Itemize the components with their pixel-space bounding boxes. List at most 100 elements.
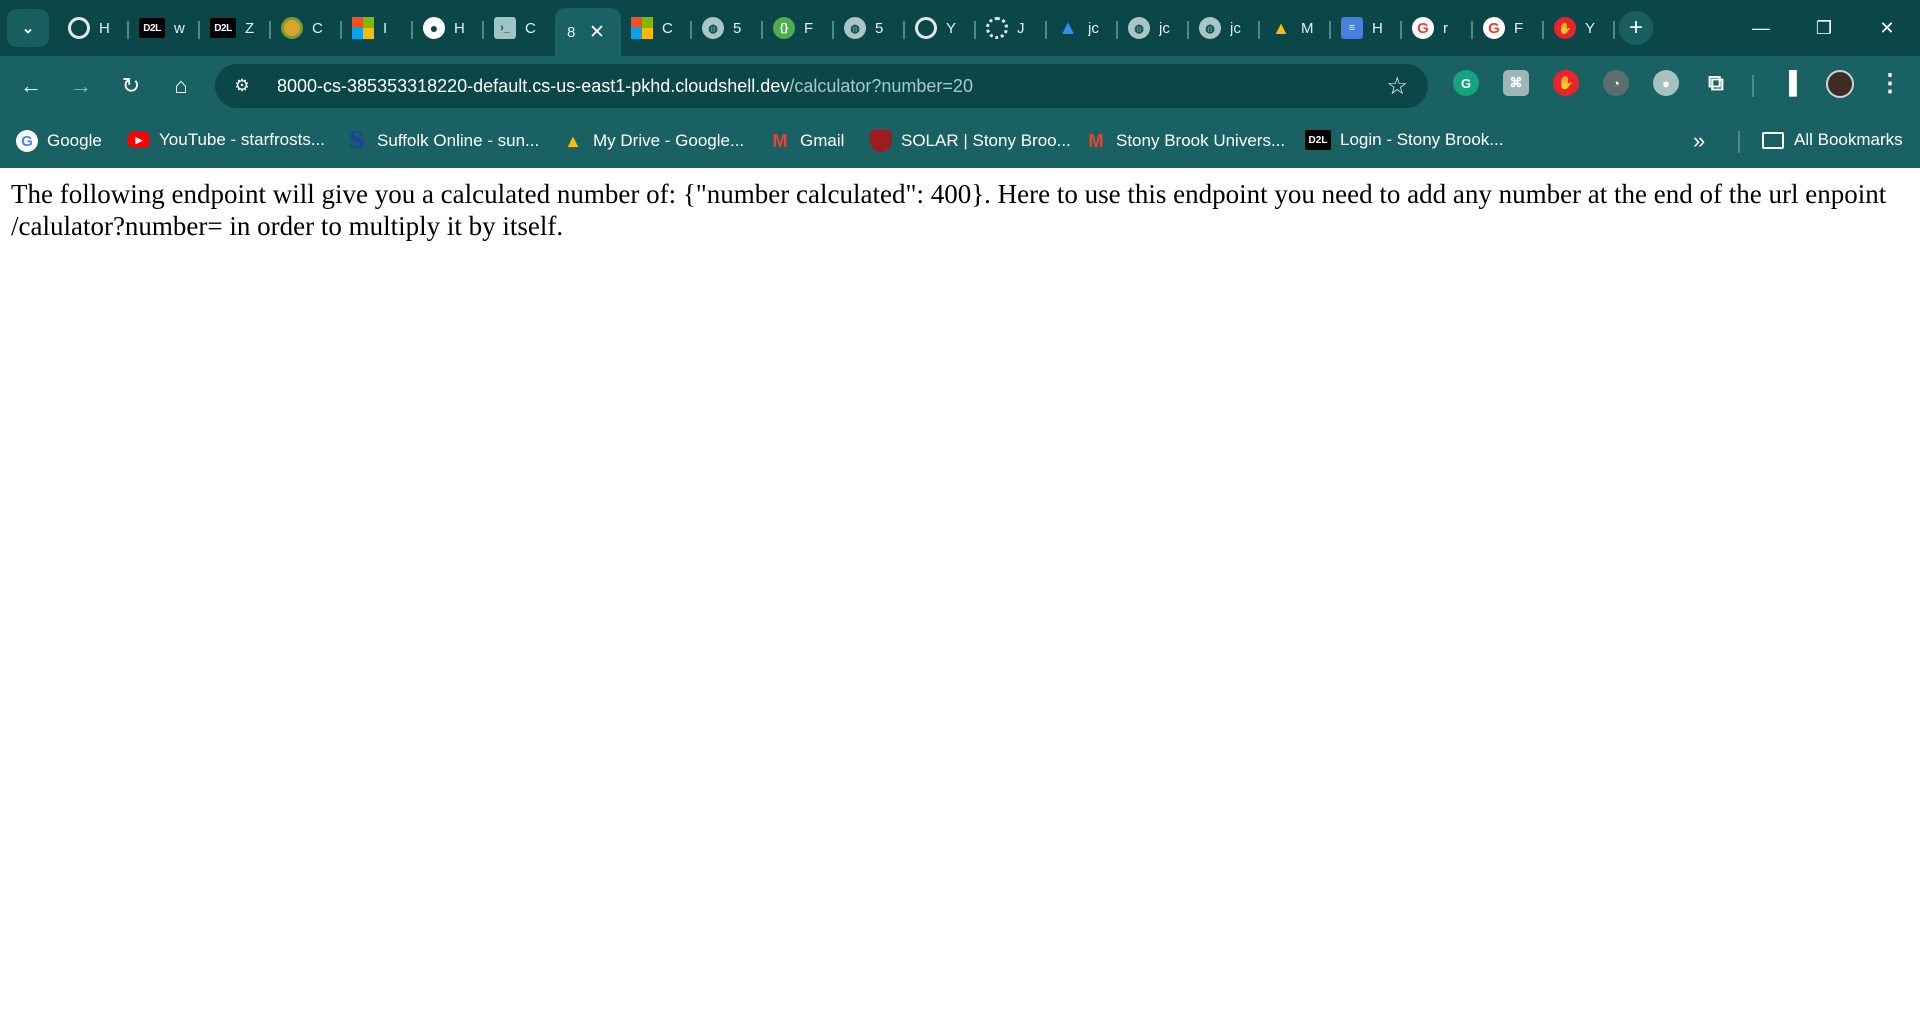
tab-label: C xyxy=(662,19,673,37)
tab[interactable]: J xyxy=(976,8,1047,48)
globe-icon: ◍ xyxy=(844,17,866,39)
page-content: The following endpoint will give you a c… xyxy=(0,168,1920,1020)
bookmark-item[interactable]: M Gmail xyxy=(769,130,845,152)
tab[interactable]: H xyxy=(58,8,129,48)
close-icon: ✕ xyxy=(1879,17,1895,38)
tab-label: H xyxy=(454,19,465,37)
tab-label: F xyxy=(804,19,814,37)
gmail-icon: M xyxy=(772,130,788,151)
bookmarks-divider xyxy=(1738,131,1740,153)
target-icon xyxy=(281,17,303,39)
tab-label: 5 xyxy=(875,19,884,37)
tab[interactable]: D2L w xyxy=(129,8,200,48)
home-icon: ⌂ xyxy=(174,73,188,98)
bookmark-item[interactable]: ▶ YouTube - starfrosts... xyxy=(128,130,325,150)
reload-icon: ↻ xyxy=(121,73,141,98)
google-icon: G xyxy=(1483,17,1505,39)
folder-icon xyxy=(1762,131,1784,149)
tab[interactable]: D2L Z xyxy=(200,8,271,48)
all-bookmarks-button[interactable]: All Bookmarks xyxy=(1762,130,1903,150)
tab[interactable]: ◍ jc xyxy=(1118,8,1189,48)
url-text[interactable]: 8000-cs-385353318220-default.cs-us-east1… xyxy=(277,76,973,97)
side-panel-icon[interactable]: ▐ xyxy=(1776,70,1802,96)
gmail-icon: M xyxy=(1088,130,1104,151)
tab[interactable]: ◍ jc xyxy=(1189,8,1260,48)
back-button[interactable]: ← xyxy=(8,66,54,106)
new-tab-button[interactable]: + xyxy=(1619,11,1653,45)
bookmark-item[interactable]: SOLAR | Stony Broo... xyxy=(870,130,1071,152)
bookmark-label: YouTube - starfrosts... xyxy=(159,130,325,149)
bookmark-star-icon[interactable]: ☆ xyxy=(1386,72,1408,101)
red-hand-icon[interactable]: ✋ xyxy=(1553,70,1579,96)
tab[interactable]: ▲ jc xyxy=(1047,8,1118,48)
site-info-icon[interactable]: ⚙ xyxy=(227,76,257,96)
kebab-menu-icon[interactable]: ⋮ xyxy=(1877,70,1903,97)
tab[interactable]: ✋ Y xyxy=(1544,8,1615,48)
youtube-icon: ▶ xyxy=(128,132,150,148)
arrow-left-icon: ← xyxy=(20,73,42,98)
bookmark-item[interactable]: M Stony Brook Univers... xyxy=(1085,130,1286,152)
minimize-button[interactable]: — xyxy=(1730,0,1792,56)
tab[interactable]: Y xyxy=(905,8,976,48)
tab[interactable]: ▲ M xyxy=(1260,8,1331,48)
tab-list: H D2L w D2L Z C I ● H ›_ C 8 ✕ C ◍ 5 {} F ◍ 5 Y … xyxy=(58,0,1653,56)
tab[interactable]: ● H xyxy=(413,8,484,48)
home-button[interactable]: ⌂ xyxy=(158,66,204,106)
tab-label: Z xyxy=(245,19,255,37)
profile-avatar[interactable] xyxy=(1826,70,1854,98)
google-drive-icon: ▲ xyxy=(564,130,582,151)
red-hand-icon: ✋ xyxy=(1554,17,1576,39)
url-path: /calculator?number=20 xyxy=(789,75,973,96)
tab[interactable]: C xyxy=(271,8,342,48)
chevron-double-right-icon[interactable]: » xyxy=(1693,128,1705,154)
tab[interactable]: ◍ 5 xyxy=(834,8,905,48)
tab[interactable]: GF xyxy=(1473,8,1544,48)
d2l-icon: D2L xyxy=(210,18,236,38)
tab-active[interactable]: 8 ✕ xyxy=(555,8,621,56)
tab[interactable]: ◍ 5 xyxy=(692,8,763,48)
bookmarks-bar: G Google ▶ YouTube - starfrosts... S Suffol… xyxy=(0,116,1920,168)
tab-label: r xyxy=(1443,19,1448,37)
location-pin-icon[interactable]: ● xyxy=(1653,70,1679,96)
tab[interactable]: I xyxy=(342,8,413,48)
tab-label: H xyxy=(1372,19,1383,37)
tab-search-button[interactable]: ⌄ xyxy=(7,9,49,47)
github-copilot-icon xyxy=(915,17,937,39)
globe-icon: ◍ xyxy=(1128,17,1150,39)
bookmark-label: Login - Stony Brook... xyxy=(1340,130,1504,149)
restore-icon: ❐ xyxy=(1815,17,1833,38)
tab[interactable]: ≡ H xyxy=(1331,8,1402,48)
toolbar-divider xyxy=(1752,75,1754,97)
loading-ring-icon xyxy=(986,17,1008,39)
arrow-right-icon: → xyxy=(70,73,92,98)
tab[interactable]: Gr xyxy=(1402,8,1473,48)
bookmark-item[interactable]: G Google xyxy=(16,130,102,152)
bookmark-label: SOLAR | Stony Broo... xyxy=(901,131,1071,150)
tab-label: w xyxy=(174,19,185,37)
green-bracket-icon: {} xyxy=(773,17,795,39)
tab-label: C xyxy=(525,19,536,37)
extensions-icon[interactable]: ⧉ xyxy=(1703,70,1729,96)
bookmark-item[interactable]: D2L Login - Stony Brook... xyxy=(1305,130,1503,150)
tab[interactable]: ›_ C xyxy=(484,8,555,48)
tab[interactable]: C xyxy=(621,8,692,48)
bookmark-item[interactable]: ▲ My Drive - Google... xyxy=(562,130,744,152)
bookmark-item[interactable]: S Suffolk Online - sun... xyxy=(346,128,539,154)
pie-icon[interactable]: ◔ xyxy=(1603,70,1629,96)
close-icon[interactable]: ✕ xyxy=(589,21,605,44)
bookmark-label: Gmail xyxy=(800,131,845,150)
reload-button[interactable]: ↻ xyxy=(108,66,154,106)
plus-icon: + xyxy=(1628,14,1643,41)
forward-button[interactable]: → xyxy=(58,66,104,106)
tab-label: Y xyxy=(1585,19,1596,37)
tab[interactable]: {} F xyxy=(763,8,834,48)
restore-button[interactable]: ❐ xyxy=(1793,0,1855,56)
address-bar[interactable]: ⚙ 8000-cs-385353318220-default.cs-us-eas… xyxy=(215,64,1428,108)
google-docs-icon: ≡ xyxy=(1341,17,1363,39)
close-window-button[interactable]: ✕ xyxy=(1856,0,1918,56)
globe-icon: ◍ xyxy=(702,17,724,39)
extension-puzzle-icon[interactable]: ⌘ xyxy=(1503,70,1529,96)
tab-strip: ⌄ H D2L w D2L Z C I ● H ›_ C 8 ✕ C ◍ 5 {} F ◍ 5 … xyxy=(0,0,1920,56)
stony-brook-shield-icon xyxy=(870,130,892,152)
grammarly-icon[interactable]: G xyxy=(1453,70,1479,96)
